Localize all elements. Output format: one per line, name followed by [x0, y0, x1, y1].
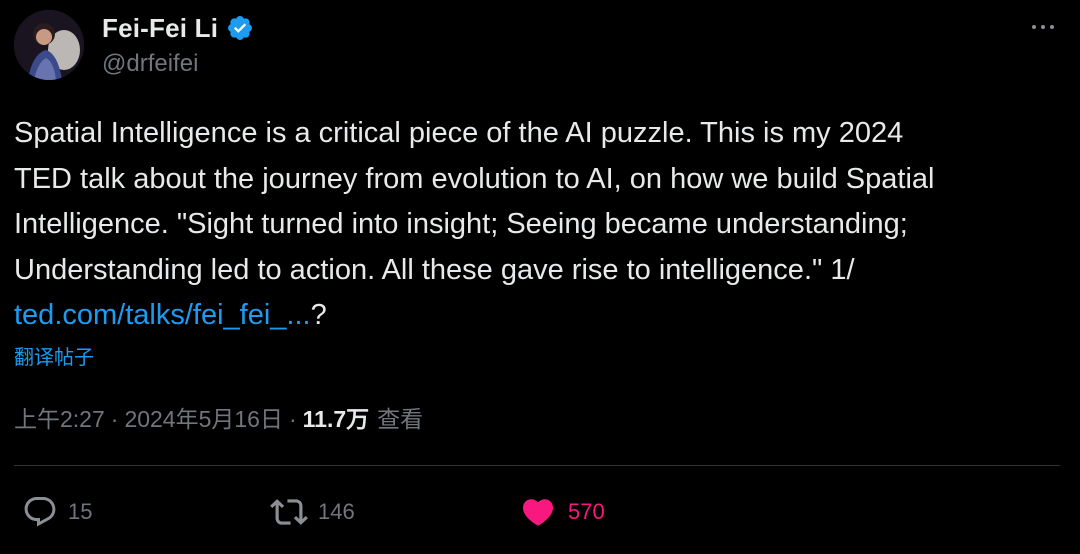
tweet-text-line: Spatial Intelligence is a critical piece…: [14, 117, 904, 149]
tweet-date[interactable]: 2024年5月16日: [124, 400, 283, 434]
more-dot: [1041, 25, 1045, 29]
more-horizontal-icon: [1032, 25, 1036, 29]
more-dot: [1050, 25, 1054, 29]
avatar[interactable]: [14, 10, 84, 80]
ted-talk-link[interactable]: ted.com/talks/fei_fei_...: [14, 299, 311, 331]
tweet-card: Fei-Fei Li @drfeifei Spatial Intelligenc…: [0, 0, 1080, 554]
translate-post-link[interactable]: 翻译帖子: [14, 341, 94, 370]
tweet-time[interactable]: 上午2:27: [14, 400, 105, 434]
retweet-button[interactable]: 146: [270, 492, 355, 532]
heart-icon: [520, 494, 556, 530]
meta-separator: ·: [110, 406, 119, 432]
more-options-button[interactable]: [1026, 12, 1060, 42]
divider: [14, 465, 1060, 466]
tweet-meta: 上午2:27 · 2024年5月16日 · 11.7万 查看: [14, 400, 423, 434]
reply-button[interactable]: 15: [22, 492, 92, 532]
like-count: 570: [568, 499, 605, 524]
link-suffix: ?: [310, 299, 327, 331]
verified-badge-icon: [226, 14, 254, 42]
views-label: 查看: [377, 406, 424, 432]
author-name-row: Fei-Fei Li: [102, 10, 254, 46]
retweet-icon: [270, 493, 308, 531]
tweet-text-line: Understanding led to action. All these g…: [14, 253, 855, 286]
tweet-text-line: Intelligence. "Sight turned into insight…: [14, 208, 908, 240]
retweet-count: 146: [318, 499, 355, 524]
reply-icon: [22, 494, 58, 530]
meta-separator: ·: [288, 406, 297, 432]
tweet-text-line: TED talk about the journey from evolutio…: [14, 162, 935, 195]
like-button[interactable]: 570: [520, 492, 605, 532]
tweet-text: Spatial Intelligence is a critical piece…: [14, 111, 1064, 339]
tweet-link-line: ted.com/talks/fei_fei_...?: [14, 293, 1064, 339]
author-display-name[interactable]: Fei-Fei Li: [102, 13, 218, 44]
reply-count: 15: [68, 499, 93, 524]
views-count: 11.7万: [302, 406, 370, 432]
author-handle[interactable]: @drfeifei: [102, 50, 198, 78]
